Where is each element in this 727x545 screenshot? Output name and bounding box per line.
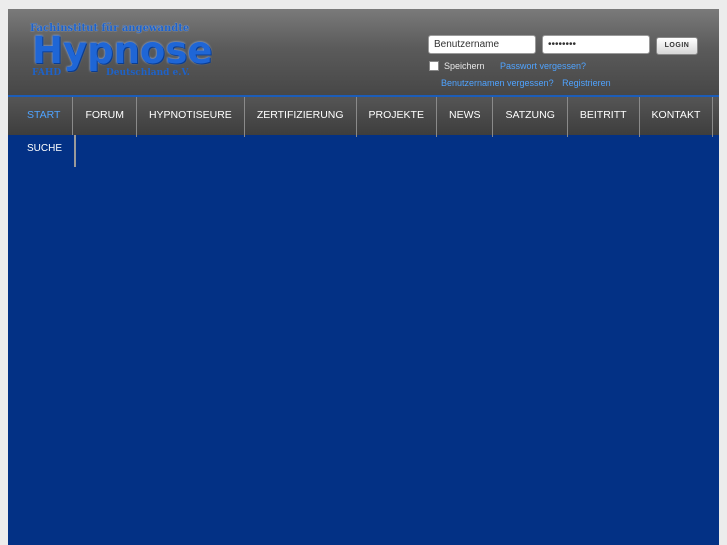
password-input[interactable]	[542, 35, 650, 54]
nav-item-suche[interactable]: SUCHE	[8, 135, 77, 167]
page-frame: Fachinstitut für angewandte Hypnose FAHD…	[8, 9, 719, 545]
login-links: Benutzernamen vergessen? Registrieren	[441, 78, 611, 88]
logo-wordmark: Hypnose	[32, 29, 213, 72]
nav-item-beitritt[interactable]: BEITRITT	[568, 97, 640, 137]
logo-country: Deutschland e.V.	[106, 68, 190, 78]
nav-item-satzung[interactable]: SATZUNG	[493, 97, 568, 137]
nav-item-projekte[interactable]: PROJEKTE	[357, 97, 437, 137]
site-logo[interactable]: Fachinstitut für angewandte Hypnose FAHD…	[30, 23, 212, 91]
login-button[interactable]: LOGIN	[656, 37, 698, 55]
header: Fachinstitut für angewandte Hypnose FAHD…	[8, 9, 719, 95]
nav-item-start[interactable]: START	[8, 97, 74, 137]
login-form: LOGIN Speichern Passwort vergessen? Benu…	[426, 34, 716, 94]
main-nav: START FORUM HYPNOTISEURE ZERTIFIZIERUNG …	[8, 95, 719, 137]
remember-me[interactable]: Speichern	[429, 61, 485, 71]
username-input[interactable]	[428, 35, 536, 54]
secondary-nav-row: SUCHE	[8, 135, 77, 168]
nav-item-news[interactable]: NEWS	[437, 97, 494, 137]
remember-checkbox[interactable]	[429, 61, 439, 71]
register-link[interactable]: Registrieren	[562, 78, 611, 88]
logo-abbreviation: FAHD	[32, 68, 62, 78]
forgot-password-link[interactable]: Passwort vergessen?	[500, 61, 586, 71]
nav-item-hypnotiseure[interactable]: HYPNOTISEURE	[137, 97, 245, 137]
nav-item-zertifizierung[interactable]: ZERTIFIZIERUNG	[245, 97, 357, 137]
remember-label: Speichern	[444, 61, 485, 71]
forgot-username-link[interactable]: Benutzernamen vergessen?	[441, 78, 554, 88]
nav-item-forum[interactable]: FORUM	[73, 97, 137, 137]
nav-item-kontakt[interactable]: KONTAKT	[640, 97, 714, 137]
main-nav-row: START FORUM HYPNOTISEURE ZERTIFIZIERUNG …	[8, 97, 714, 137]
